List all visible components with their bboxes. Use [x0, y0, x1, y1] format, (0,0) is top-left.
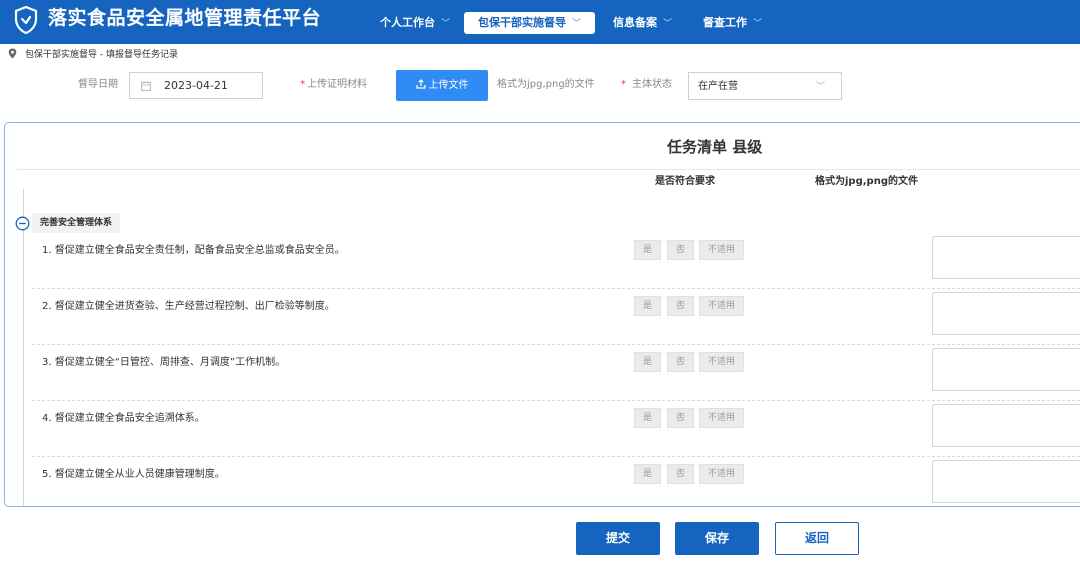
app-title: 落实食品安全属地管理责任平台 [48, 7, 322, 29]
status-value: 在产在营 [698, 81, 738, 92]
option-na-button[interactable]: 不适用 [699, 352, 744, 372]
upload-file-button[interactable]: 上传文件 [396, 70, 488, 101]
top-header: 落实食品安全属地管理责任平台 个人工作台 ﹀ 包保干部实施督导 ﹀ 信息备案 ﹀ 督查… [0, 0, 1080, 44]
file-upload-box[interactable] [932, 460, 1080, 503]
shield-icon [14, 6, 38, 34]
chevron-down-icon: ﹀ [753, 19, 763, 29]
option-na-button[interactable]: 不适用 [699, 408, 744, 428]
breadcrumb-text: 包保干部实施督导 - 填报督导任务记录 [25, 50, 178, 60]
option-no-button[interactable]: 否 [667, 240, 694, 260]
option-yes-button[interactable]: 是 [634, 408, 661, 428]
chevron-down-icon: ﹀ [572, 19, 582, 29]
minus-circle-icon[interactable] [15, 216, 30, 231]
status-select[interactable]: 在产在营 ﹀ [688, 72, 842, 100]
file-upload-box[interactable] [932, 404, 1080, 447]
upload-button-label: 上传文件 [428, 80, 469, 91]
date-input[interactable]: 2023-04-21 [129, 72, 263, 99]
list-item: 2. 督促建立健全进货查验、生产经营过程控制、出厂检验等制度。 是 否 不适用 [5, 292, 1080, 356]
list-item: 5. 督促建立健全从业人员健康管理制度。 是 否 不适用 [5, 460, 1080, 506]
task-list-panel: 任务清单 县级 是否符合要求 格式为jpg,png的文件 完善安全管理体系 1.… [4, 122, 1080, 507]
divider [32, 456, 1080, 457]
list-item: 1. 督促建立健全食品安全责任制，配备食品安全总监或食品安全员。 是 否 不适用 [5, 236, 1080, 300]
item-text: 3. 督促建立健全“日管控、周排查、月调度”工作机制。 [42, 357, 286, 368]
option-yes-button[interactable]: 是 [634, 352, 661, 372]
save-button[interactable]: 保存 [675, 522, 759, 555]
nav-inspection-work[interactable]: 督查工作 ﹀ [689, 12, 776, 34]
list-item: 3. 督促建立健全“日管控、周排查、月调度”工作机制。 是 否 不适用 [5, 348, 1080, 412]
item-text: 4. 督促建立健全食品安全追溯体系。 [42, 413, 205, 424]
breadcrumb: 包保干部实施督导 - 填报督导任务记录 [8, 48, 178, 62]
nav-label: 信息备案 [613, 16, 657, 29]
panel-title: 任务清单 县级 [667, 138, 763, 156]
back-button[interactable]: 返回 [775, 522, 859, 555]
required-mark: * [621, 79, 626, 90]
date-label: 督导日期 [78, 79, 118, 90]
option-na-button[interactable]: 不适用 [699, 464, 744, 484]
item-text: 1. 督促建立健全食品安全责任制，配备食品安全总监或食品安全员。 [42, 245, 345, 256]
file-upload-box[interactable] [932, 292, 1080, 335]
chevron-down-icon: ﹀ [815, 82, 825, 92]
col-compliance-header: 是否符合要求 [655, 176, 715, 187]
upload-label-text: 上传证明材料 [307, 79, 367, 90]
divider [32, 344, 1080, 345]
calendar-icon [141, 81, 151, 91]
divider [17, 169, 1080, 170]
option-no-button[interactable]: 否 [667, 352, 694, 372]
status-label: * 主体状态 [621, 78, 672, 92]
nav-label: 包保干部实施督导 [478, 16, 566, 29]
col-file-header: 格式为jpg,png的文件 [815, 176, 918, 187]
option-no-button[interactable]: 否 [667, 464, 694, 484]
divider [32, 400, 1080, 401]
list-item: 4. 督促建立健全食品安全追溯体系。 是 否 不适用 [5, 404, 1080, 468]
divider [32, 288, 1080, 289]
section-label: 完善安全管理体系 [32, 213, 121, 233]
submit-button[interactable]: 提交 [576, 522, 660, 555]
nav-cadre-supervision[interactable]: 包保干部实施督导 ﹀ [464, 12, 596, 34]
required-mark: * [300, 79, 305, 90]
option-na-button[interactable]: 不适用 [699, 240, 744, 260]
option-yes-button[interactable]: 是 [634, 240, 661, 260]
nav-personal-workbench[interactable]: 个人工作台 ﹀ [366, 12, 464, 34]
option-yes-button[interactable]: 是 [634, 296, 661, 316]
chevron-down-icon: ﹀ [441, 19, 451, 29]
item-text: 2. 督促建立健全进货查验、生产经营过程控制、出厂检验等制度。 [42, 301, 335, 312]
nav-label: 督查工作 [703, 16, 747, 29]
item-text: 5. 督促建立健全从业人员健康管理制度。 [42, 469, 225, 480]
location-pin-icon [8, 48, 17, 59]
upload-hint: 格式为jpg,png的文件 [497, 79, 595, 90]
nav-info-filing[interactable]: 信息备案 ﹀ [599, 12, 686, 34]
status-label-text: 主体状态 [632, 79, 672, 90]
upload-icon [415, 79, 426, 89]
nav-label: 个人工作台 [380, 16, 435, 29]
option-no-button[interactable]: 否 [667, 296, 694, 316]
file-upload-box[interactable] [932, 236, 1080, 279]
option-na-button[interactable]: 不适用 [699, 296, 744, 316]
option-no-button[interactable]: 否 [667, 408, 694, 428]
option-yes-button[interactable]: 是 [634, 464, 661, 484]
chevron-down-icon: ﹀ [663, 19, 673, 29]
date-value: 2023-04-21 [164, 79, 228, 92]
upload-label: * 上传证明材料 [300, 78, 367, 92]
file-upload-box[interactable] [932, 348, 1080, 391]
